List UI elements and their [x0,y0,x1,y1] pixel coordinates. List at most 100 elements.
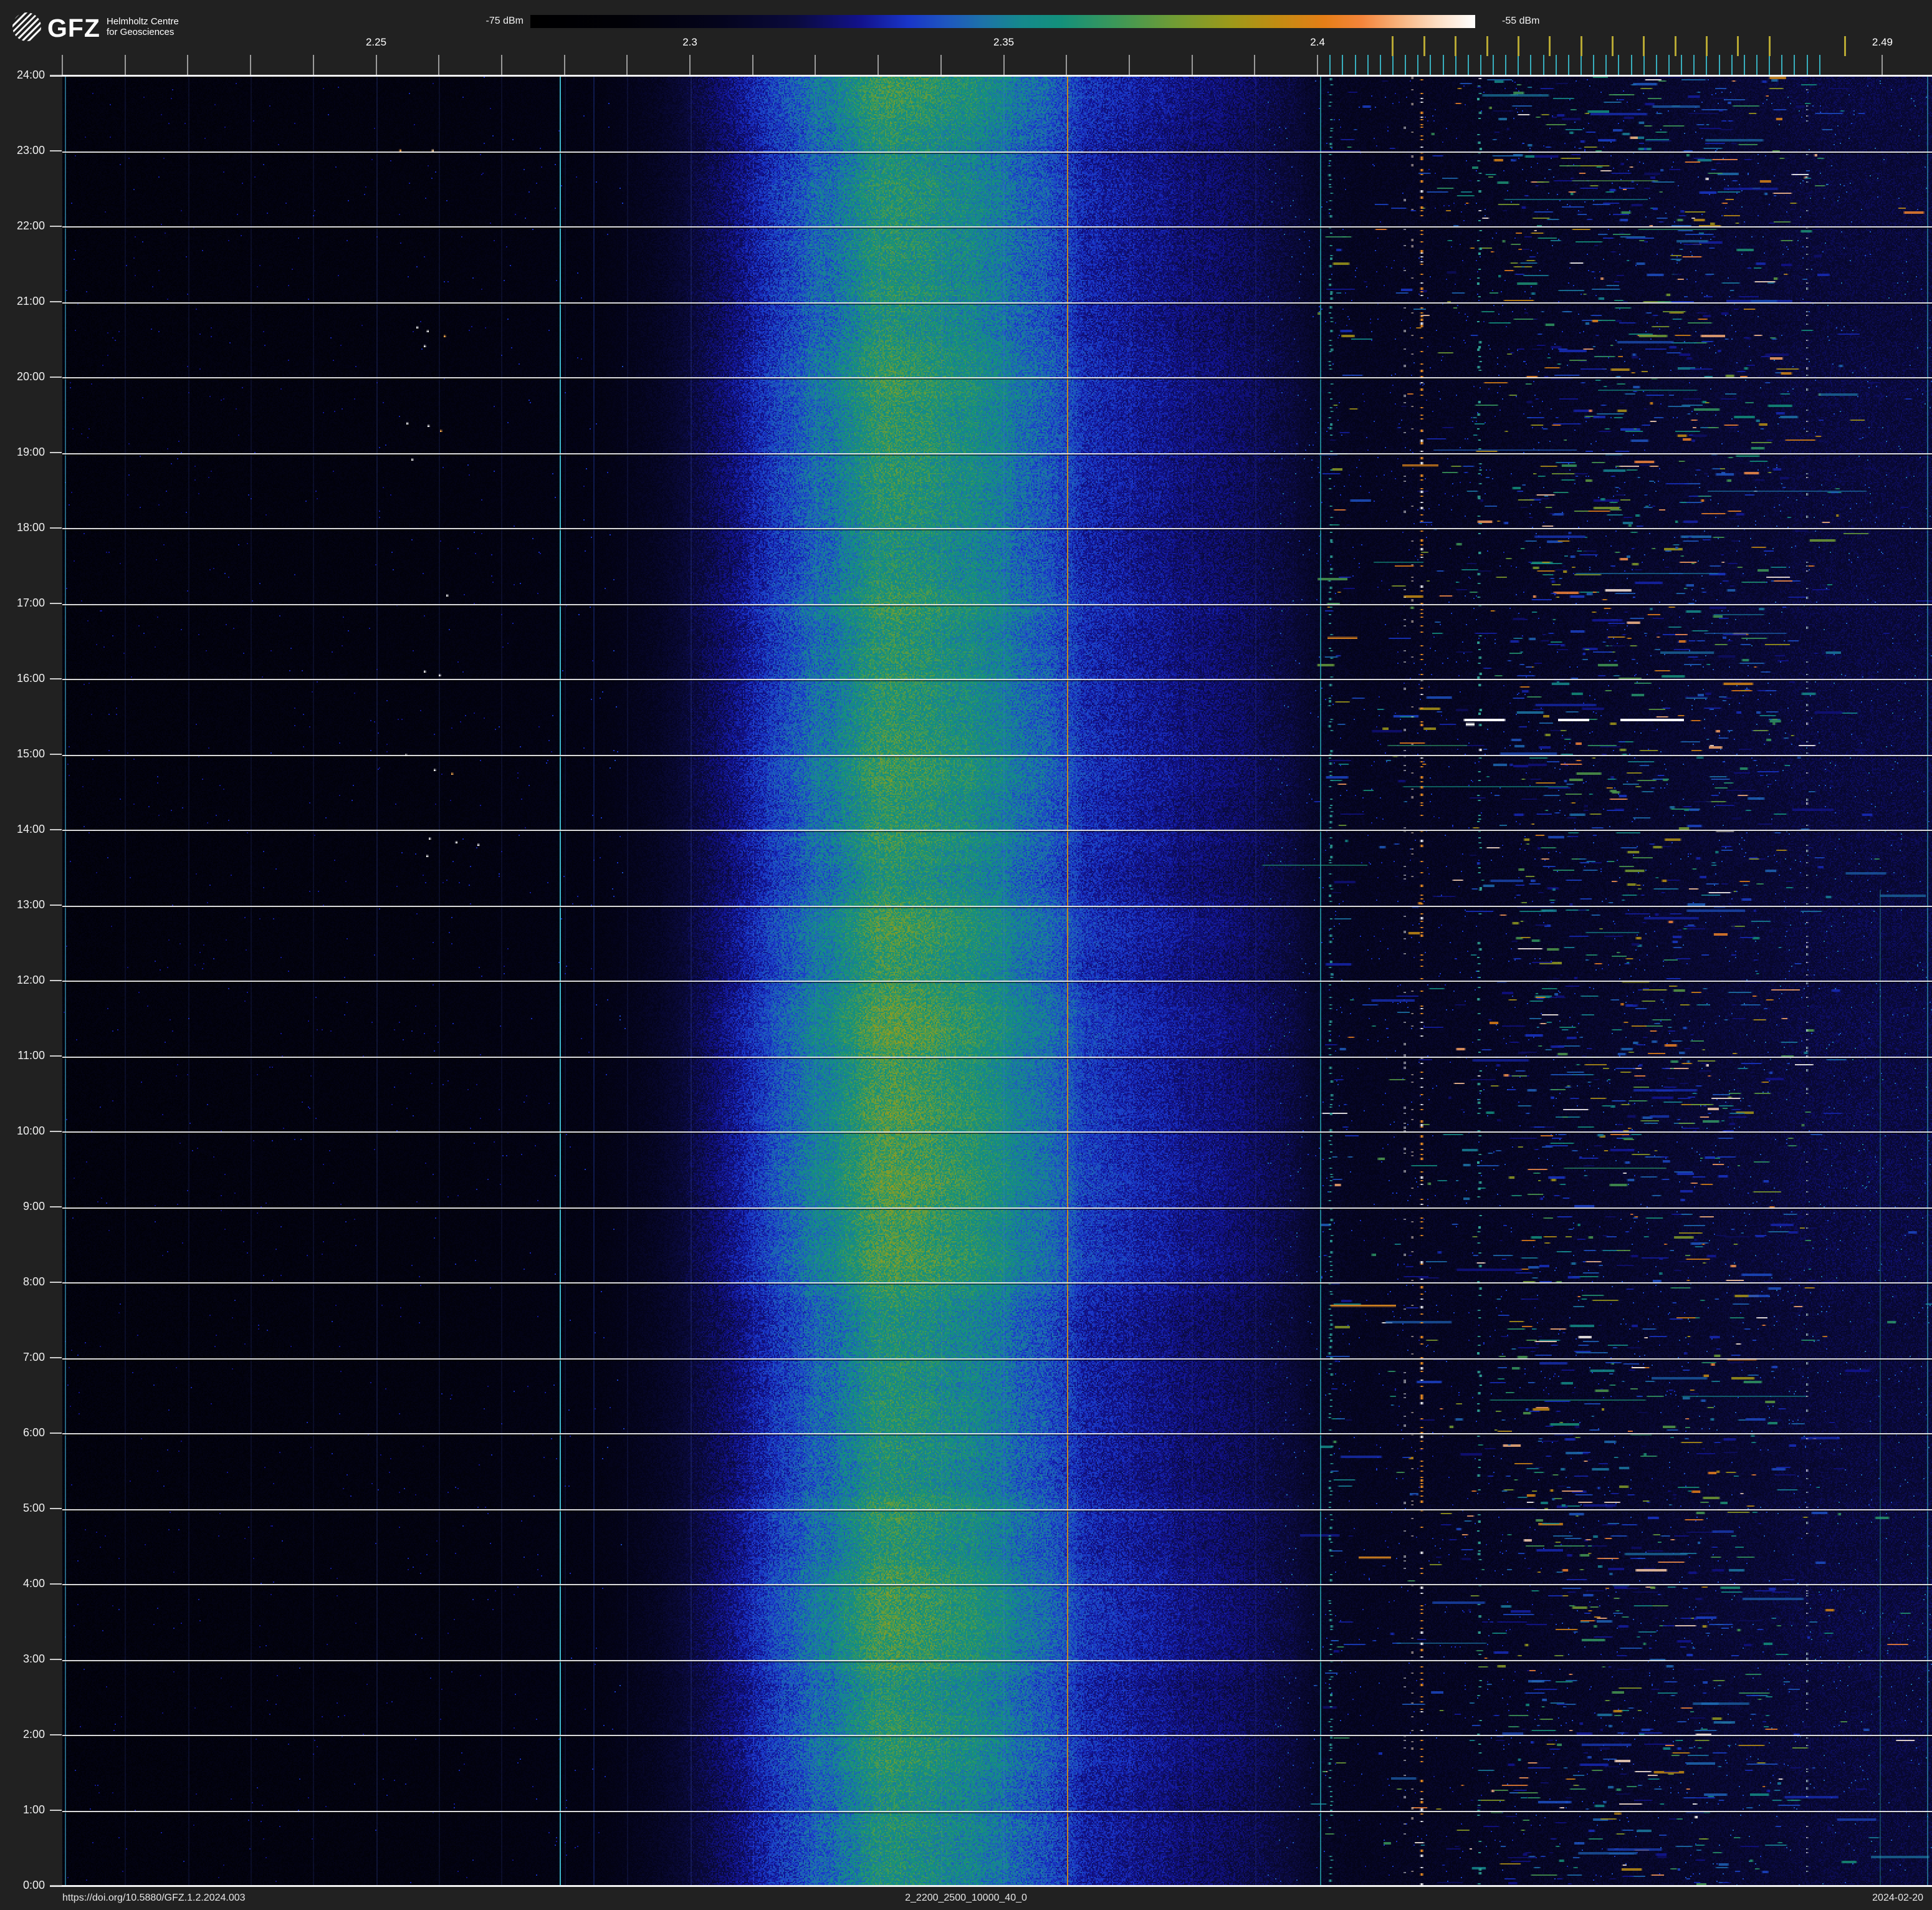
time-label: 10:00 [16,1125,45,1137]
ble-channel-tick [1643,55,1645,75]
ble-channel-tick [1668,55,1670,75]
freq-minor-tick [250,55,252,75]
freq-tick-label: 2.3 [682,36,697,48]
time-tick [50,1734,62,1735]
freq-minor-tick [626,55,628,75]
time-tick [50,980,62,981]
time-tick [50,1583,62,1585]
wifi-channel-tick [1611,36,1614,56]
ble-channel-tick [1794,55,1796,75]
freq-minor-tick [752,55,753,75]
ble-channel-tick [1731,55,1733,75]
freq-minor-tick [815,55,816,75]
time-label: 3:00 [22,1653,45,1665]
time-label: 16:00 [16,672,45,684]
time-tick [50,377,62,378]
ble-channel-tick [1618,55,1620,75]
freq-tick-label: 2.4 [1310,36,1325,48]
dataset-id-label: 2_2200_2500_10000_40_0 [905,1893,1027,1903]
time-tick [50,603,62,604]
ble-channel-tick [1542,55,1544,75]
ble-channel-tick [1781,55,1783,75]
freq-minor-tick [375,55,377,75]
spectrogram-page: GFZ Helmholtz Centre for Geosciences -75… [0,0,1932,1910]
freq-minor-tick [563,55,565,75]
time-tick [50,75,62,76]
time-tick [50,1131,62,1132]
time-tick [50,301,62,302]
ble-channel-tick [1530,55,1532,75]
time-label: 24:00 [16,69,45,81]
ble-channel-tick [1581,55,1582,75]
time-label: 13:00 [16,898,45,911]
frequency-axis: 2.25 2.3 2.35 2.4 2.49 [0,0,1932,77]
time-label: 20:00 [16,370,45,383]
ble-channel-tick [1430,55,1432,75]
plot-top-axis-line [50,75,1932,77]
freq-minor-tick [1317,55,1319,75]
ble-channel-tick [1518,55,1519,75]
ble-channel-tick [1367,55,1369,75]
time-tick [50,754,62,755]
doi-link[interactable]: https://doi.org/10.5880/GFZ.1.2.2024.003 [62,1893,246,1904]
ble-channel-tick [1467,55,1469,75]
wifi-channel-tick [1768,36,1771,56]
ble-channel-tick [1442,55,1444,75]
ble-channel-tick [1756,55,1758,75]
ble-channel-tick [1593,55,1595,75]
ble-channel-tick [1493,55,1494,75]
time-tick [50,1282,62,1283]
wifi-channel-tick [1455,36,1457,56]
time-label: 7:00 [22,1351,45,1363]
ble-channel-tick [1505,55,1507,75]
time-tick [50,905,62,906]
wifi-channel-tick [1643,36,1645,56]
wifi-channel-tick [1423,36,1425,56]
time-label: 22:00 [16,219,45,232]
time-label: 14:00 [16,823,45,835]
time-label: 8:00 [22,1275,45,1288]
time-label: 0:00 [22,1879,45,1891]
time-label: 9:00 [22,1200,45,1212]
freq-minor-tick [1254,55,1256,75]
freq-minor-tick [689,55,691,75]
time-label: 5:00 [22,1502,45,1514]
ble-channel-tick [1706,55,1708,75]
wifi-channel-tick [1486,36,1488,56]
ble-channel-tick [1392,55,1394,75]
time-label: 21:00 [16,295,45,307]
freq-tick-label: 2.49 [1872,36,1893,48]
time-tick [50,452,62,453]
ble-channel-tick [1630,55,1632,75]
wifi-channel-tick [1705,36,1708,56]
time-tick [50,1432,62,1434]
time-tick [50,1206,62,1207]
ble-channel-tick [1354,55,1356,75]
time-tick [50,527,62,529]
ble-channel-tick [1819,55,1820,75]
ble-channel-tick [1806,55,1808,75]
wifi-channel-tick [1517,36,1519,56]
ble-channel-tick [1567,55,1569,75]
time-label: 1:00 [22,1803,45,1816]
time-label: 4:00 [22,1577,45,1590]
wifi-channel-tick [1580,36,1582,56]
freq-tick-label: 2.25 [365,36,387,48]
wifi-channel-tick [1674,36,1676,56]
time-label: 19:00 [16,446,45,458]
ble-channel-tick [1480,55,1481,75]
time-axis: 24:00 23:00 22:00 21:00 20:00 19:00 18:00 17:00… [0,0,62,1910]
time-label: 18:00 [16,521,45,534]
wifi-channel-tick [1844,36,1846,56]
ble-channel-tick [1693,55,1695,75]
time-tick [50,1508,62,1509]
time-label: 2:00 [22,1728,45,1740]
time-label: 12:00 [16,974,45,986]
ble-channel-tick [1405,55,1407,75]
freq-minor-tick [878,55,879,75]
time-label: 17:00 [16,597,45,609]
time-tick [50,150,62,151]
wifi-channel-tick [1549,36,1551,56]
time-tick [50,1885,62,1886]
time-tick [50,829,62,830]
